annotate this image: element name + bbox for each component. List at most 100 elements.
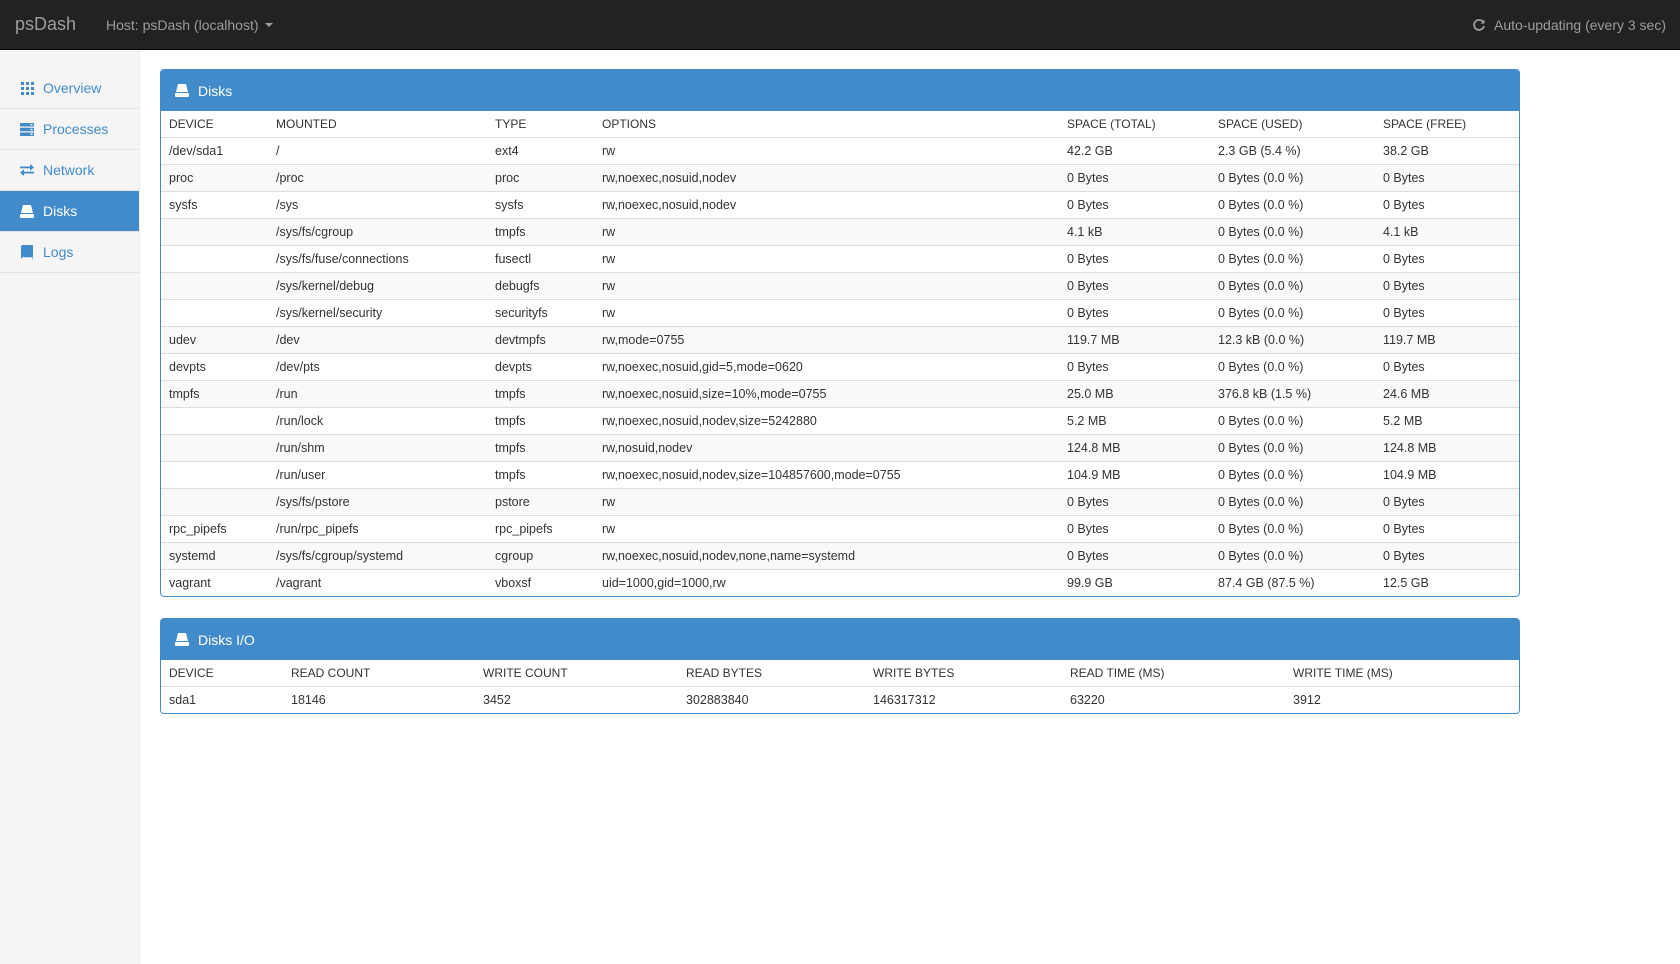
book-icon (19, 244, 35, 260)
table-cell: rw (594, 487, 1059, 515)
table-cell: /run/rpc_pipefs (268, 514, 487, 542)
table-row: /sys/fs/pstore pstore rw 0 Bytes 0 Bytes (0.… (161, 487, 1519, 515)
table-cell: 24.6 MB (1375, 379, 1519, 407)
table-cell: 87.4 GB (87.5 %) (1210, 568, 1375, 596)
sidebar-item-label: Overview (43, 80, 102, 96)
table-cell: 0 Bytes (1375, 163, 1519, 191)
auto-update-toggle[interactable]: Auto-updating (every 3 sec) (1472, 0, 1666, 50)
column-header: OPTIONS (594, 111, 1059, 138)
table-cell: 119.7 MB (1059, 325, 1210, 353)
table-cell: 0 Bytes (0.0 %) (1210, 190, 1375, 218)
table-cell: devtmpfs (487, 325, 594, 353)
column-header: DEVICE (161, 111, 268, 138)
table-cell: 5.2 MB (1059, 406, 1210, 434)
table-cell: 12.3 kB (0.0 %) (1210, 325, 1375, 353)
sidebar-item-disks[interactable]: Disks (0, 191, 139, 232)
table-cell: rw,noexec,nosuid,nodev,size=104857600,mo… (594, 460, 1059, 488)
table-cell: 18146 (291, 692, 326, 707)
table-cell: vagrant (161, 568, 268, 596)
column-header: READ COUNT (283, 660, 475, 687)
disks-io-table: DEVICE READ COUNT WRITE COUNT READ BYTES WRI… (161, 660, 1519, 713)
table-cell: tmpfs (487, 433, 594, 461)
table-cell: /sys/kernel/debug (268, 271, 487, 299)
host-label: Host: psDash (localhost) (106, 16, 259, 33)
table-cell: /dev (268, 325, 487, 353)
table-cell: 0 Bytes (1059, 163, 1210, 191)
table-cell: vboxsf (487, 568, 594, 596)
sidebar-item-overview[interactable]: Overview (0, 68, 139, 109)
sidebar-item-network[interactable]: Network (0, 150, 139, 191)
column-header: SPACE (USED) (1210, 111, 1375, 138)
table-cell: 119.7 MB (1375, 325, 1519, 353)
table-cell: ext4 (495, 143, 519, 158)
table-cell: rpc_pipefs (161, 514, 268, 542)
table-cell: 0 Bytes (0.0 %) (1210, 244, 1375, 272)
refresh-icon (1472, 18, 1486, 32)
table-cell: 0 Bytes (0.0 %) (1210, 406, 1375, 434)
auto-update-label: Auto-updating (every 3 sec) (1494, 17, 1666, 33)
hdd-icon (175, 84, 189, 97)
table-cell: /run/user (268, 460, 487, 488)
table-row: /sys/fs/cgroup tmpfs rw 4.1 kB 0 Bytes (0.0 … (161, 217, 1519, 245)
table-cell: cgroup (487, 541, 594, 569)
table-row: /sys/kernel/debug debugfs rw 0 Bytes 0 Bytes… (161, 271, 1519, 299)
table-cell: /sys (268, 190, 487, 218)
table-row: /run/lock tmpfs rw,noexec,nosuid,nodev,siz… (161, 406, 1519, 434)
table-cell: 38.2 GB (1383, 143, 1429, 158)
table-cell: securityfs (487, 298, 594, 326)
brand-logo[interactable]: psDash (15, 14, 106, 35)
table-cell: debugfs (487, 271, 594, 299)
table-row: proc/proc proc rw,noexec,nosuid,nodev 0 Byt… (161, 163, 1519, 191)
table-cell: sysfs (487, 190, 594, 218)
table-cell: /sys/fs/cgroup (268, 217, 487, 245)
table-cell: rw,noexec,nosuid,nodev,none,name=systemd (594, 541, 1059, 569)
table-cell: 0 Bytes (1375, 541, 1519, 569)
disks-io-panel-heading: Disks I/O (161, 619, 1519, 660)
table-cell: rw (594, 244, 1059, 272)
table-cell: sysfs (161, 190, 268, 218)
main-content: Disks DEVICE MOUNTED TYPE OPTIONS SPACE (TOT… (160, 50, 1520, 714)
table-cell: 0 Bytes (0.0 %) (1210, 271, 1375, 299)
host-dropdown[interactable]: Host: psDash (localhost) (106, 17, 273, 33)
table-cell: 0 Bytes (0.0 %) (1210, 514, 1375, 542)
table-row: rpc_pipefs/run/rpc_pipefs rpc_pipefs rw 0 B… (161, 514, 1519, 542)
table-cell: 0 Bytes (0.0 %) (1210, 433, 1375, 461)
sidebar-item-processes[interactable]: Processes (0, 109, 139, 150)
panel-title: Disks I/O (198, 631, 255, 648)
table-cell: rw,noexec,nosuid,nodev,size=5242880 (594, 406, 1059, 434)
table-cell: /run (268, 379, 487, 407)
table-cell: devpts (161, 352, 268, 380)
table-cell (161, 271, 268, 299)
table-cell: rw (594, 514, 1059, 542)
table-cell: 0 Bytes (1375, 298, 1519, 326)
table-row: sysfs/sys sysfs rw,noexec,nosuid,nodev 0 By… (161, 190, 1519, 218)
table-cell: 5.2 MB (1375, 406, 1519, 434)
table-row: tmpfs/run tmpfs rw,noexec,nosuid,size=10%,… (161, 379, 1519, 407)
table-row: /dev/sda1 / ext4 rw 42.2 GB 2.3 GB (5.4 %) 38.… (161, 137, 1519, 164)
column-header: WRITE COUNT (475, 660, 678, 687)
table-cell: rw (602, 143, 616, 158)
column-header: MOUNTED (268, 111, 487, 138)
table-cell: /run/shm (268, 433, 487, 461)
table-cell: rw,noexec,nosuid,size=10%,mode=0755 (594, 379, 1059, 407)
sidebar-item-logs[interactable]: Logs (0, 232, 139, 273)
table-cell (161, 433, 268, 461)
table-cell (161, 487, 268, 515)
table-cell: tmpfs (161, 379, 268, 407)
table-cell: 146317312 (873, 692, 936, 707)
grid-icon (19, 80, 35, 96)
table-cell: sda1 (169, 692, 197, 707)
table-cell: 25.0 MB (1059, 379, 1210, 407)
table-cell: 0 Bytes (1059, 190, 1210, 218)
table-cell: udev (161, 325, 268, 353)
table-cell: rw (594, 217, 1059, 245)
table-cell: rw,mode=0755 (594, 325, 1059, 353)
disks-panel: Disks DEVICE MOUNTED TYPE OPTIONS SPACE (TOT… (160, 69, 1520, 597)
table-cell: 12.5 GB (1375, 568, 1519, 596)
table-cell: 0 Bytes (1059, 541, 1210, 569)
table-cell: 0 Bytes (0.0 %) (1210, 541, 1375, 569)
sidebar-item-label: Processes (43, 121, 109, 137)
table-cell: rw (594, 298, 1059, 326)
table-cell: 0 Bytes (0.0 %) (1210, 352, 1375, 380)
table-cell (161, 298, 268, 326)
